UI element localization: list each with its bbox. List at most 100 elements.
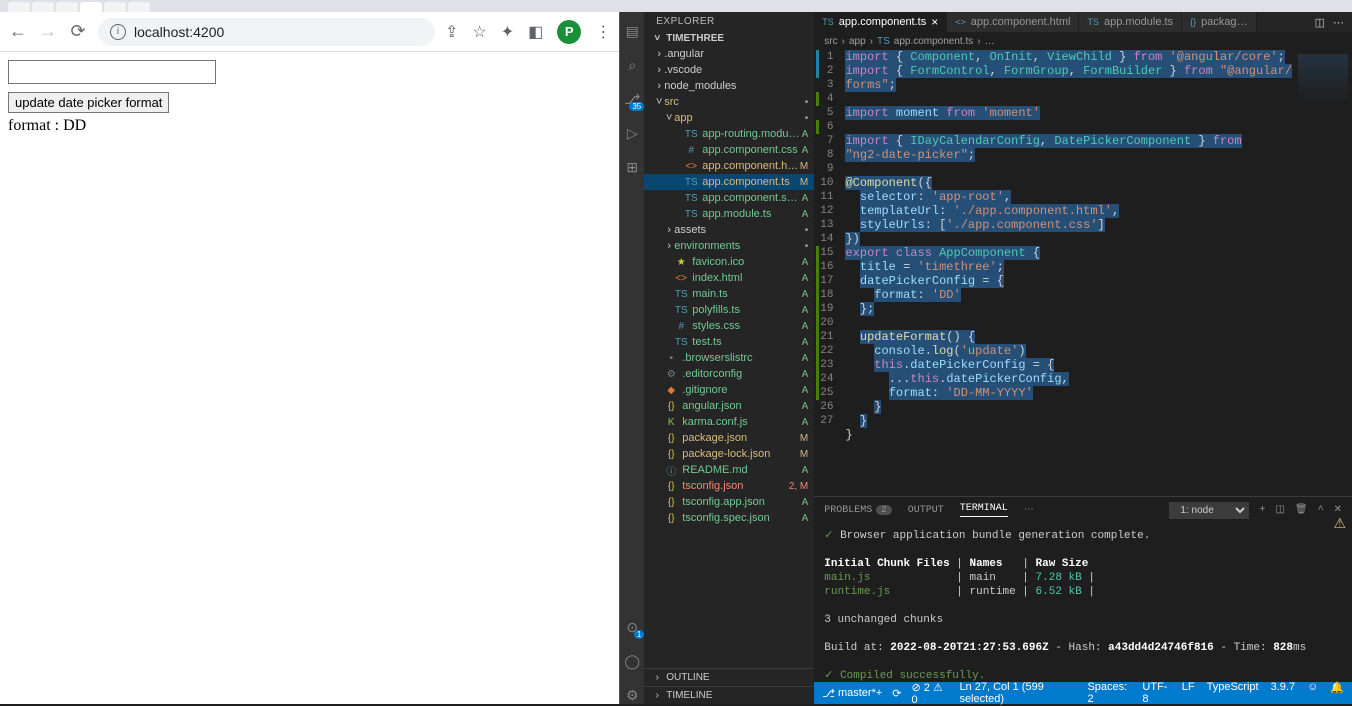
project-header[interactable]: ˅TIMETHREE bbox=[644, 31, 814, 46]
maximize-icon[interactable]: ^ bbox=[1318, 505, 1324, 516]
browser-toolbar: ← → ⟳ i localhost:4200 ⇪ ☆ ✦ ◧ P ⋮ bbox=[0, 12, 619, 52]
line-numbers: 1234567891011121314151617181920212223242… bbox=[814, 50, 845, 496]
profile-avatar[interactable]: P bbox=[557, 20, 581, 44]
file-tree-item[interactable]: TStest.tsA bbox=[644, 334, 814, 350]
file-tree-item[interactable]: TSapp.component.tsM bbox=[644, 174, 814, 190]
more-actions-icon[interactable]: ⋯ bbox=[1333, 16, 1344, 29]
minimap[interactable] bbox=[1292, 50, 1352, 496]
ts-version[interactable]: 3.9.7 bbox=[1271, 681, 1295, 705]
debug-icon[interactable]: ▷ bbox=[623, 124, 641, 142]
extensions-icon[interactable]: ⊞ bbox=[623, 158, 641, 176]
file-tree-item[interactable]: {}package.jsonM bbox=[644, 430, 814, 446]
editor-tab[interactable]: TSapp.module.ts bbox=[1079, 12, 1182, 32]
kill-terminal-icon[interactable]: 🗑 bbox=[1295, 504, 1308, 516]
file-tree-item[interactable]: TSmain.tsA bbox=[644, 286, 814, 302]
file-tree-item[interactable]: #app.component.cssA bbox=[644, 142, 814, 158]
terminal-output[interactable]: ✓ Browser application bundle generation … bbox=[814, 523, 1352, 682]
editor-area: TSapp.component.ts×<>app.component.htmlT… bbox=[814, 12, 1352, 704]
browser-tab[interactable] bbox=[8, 2, 30, 12]
file-tree-item[interactable]: Kkarma.conf.jsA bbox=[644, 414, 814, 430]
browser-tab[interactable] bbox=[56, 2, 78, 12]
git-branch[interactable]: ⎇ master*+ bbox=[822, 687, 882, 700]
update-format-button[interactable]: update date picker format bbox=[8, 92, 169, 113]
file-tree-item[interactable]: ›.angular bbox=[644, 46, 814, 62]
editor-tab[interactable]: TSapp.component.ts× bbox=[814, 12, 947, 32]
file-tree-item[interactable]: {}angular.jsonA bbox=[644, 398, 814, 414]
feedback-icon[interactable]: ☺ bbox=[1307, 681, 1318, 705]
file-tree-item[interactable]: ⚙.editorconfigA bbox=[644, 366, 814, 382]
forward-button[interactable]: → bbox=[38, 22, 58, 42]
output-tab[interactable]: OUTPUT bbox=[908, 505, 944, 516]
file-tree-item[interactable]: ›environments• bbox=[644, 238, 814, 254]
encoding-status[interactable]: UTF-8 bbox=[1142, 681, 1169, 705]
settings-icon[interactable]: ⚙ bbox=[623, 686, 641, 704]
warning-icon[interactable]: ⚠ bbox=[1333, 516, 1346, 533]
new-terminal-icon[interactable]: + bbox=[1259, 505, 1265, 516]
file-tree-item[interactable]: ˅app• bbox=[644, 110, 814, 126]
date-picker-input[interactable] bbox=[8, 60, 216, 84]
cursor-position[interactable]: Ln 27, Col 1 (599 selected) bbox=[959, 681, 1075, 705]
problems-status[interactable]: ⊘ 2 ⚠ 0 bbox=[912, 681, 950, 706]
run-icon[interactable]: ⊙1 bbox=[623, 618, 641, 636]
accounts-icon[interactable]: ◯ bbox=[623, 652, 641, 670]
file-tree-item[interactable]: ›assets• bbox=[644, 222, 814, 238]
format-display: format : DD bbox=[8, 117, 611, 135]
file-tree-item[interactable]: ›node_modules bbox=[644, 78, 814, 94]
status-bar: ⎇ master*+ ⟳ ⊘ 2 ⚠ 0 Ln 27, Col 1 (599 s… bbox=[814, 682, 1352, 704]
file-tree-item[interactable]: TSapp-routing.module.tsA bbox=[644, 126, 814, 142]
file-tree-item[interactable]: TSapp.module.tsA bbox=[644, 206, 814, 222]
explorer-icon[interactable]: ▤ bbox=[623, 22, 641, 40]
scm-icon[interactable]: ⎇35 bbox=[623, 90, 641, 108]
share-icon[interactable]: ⇪ bbox=[445, 22, 458, 42]
file-tree-item[interactable]: {}tsconfig.json2, M bbox=[644, 478, 814, 494]
file-tree: ›.angular›.vscode›node_modules˅src•˅app•… bbox=[644, 46, 814, 668]
editor-tab[interactable]: {}packag… bbox=[1182, 12, 1257, 32]
browser-tab[interactable] bbox=[128, 2, 150, 12]
file-tree-item[interactable]: {}package-lock.jsonM bbox=[644, 446, 814, 462]
code-editor[interactable]: 1234567891011121314151617181920212223242… bbox=[814, 50, 1352, 496]
eol-status[interactable]: LF bbox=[1182, 681, 1195, 705]
file-tree-item[interactable]: ★favicon.icoA bbox=[644, 254, 814, 270]
sync-button[interactable]: ⟳ bbox=[892, 687, 901, 700]
menu-icon[interactable]: ⋮ bbox=[595, 22, 611, 42]
breadcrumb[interactable]: src ›app ›TS app.component.ts ›… bbox=[814, 32, 1352, 50]
sidepanel-icon[interactable]: ◧ bbox=[528, 22, 543, 42]
indent-status[interactable]: Spaces: 2 bbox=[1087, 681, 1130, 705]
browser-tab-active[interactable] bbox=[80, 2, 102, 12]
file-tree-item[interactable]: {}tsconfig.app.jsonA bbox=[644, 494, 814, 510]
terminal-selector[interactable]: 1: node bbox=[1169, 502, 1249, 519]
file-tree-item[interactable]: •.browserslistrcA bbox=[644, 350, 814, 366]
file-tree-item[interactable]: <>app.component.htmlM bbox=[644, 158, 814, 174]
file-tree-item[interactable]: <>index.htmlA bbox=[644, 270, 814, 286]
reload-button[interactable]: ⟳ bbox=[68, 22, 88, 42]
terminal-tab[interactable]: TERMINAL bbox=[960, 503, 1008, 517]
bookmark-icon[interactable]: ☆ bbox=[472, 22, 486, 42]
file-tree-item[interactable]: TSapp.component.spec.tsA bbox=[644, 190, 814, 206]
address-bar[interactable]: i localhost:4200 bbox=[98, 18, 435, 46]
activity-bar: ▤ ⌕ ⎇35 ▷ ⊞ ⊙1 ◯ ⚙ bbox=[620, 12, 644, 704]
extensions-icon[interactable]: ✦ bbox=[501, 22, 514, 42]
language-status[interactable]: TypeScript bbox=[1207, 681, 1259, 705]
browser-tab[interactable] bbox=[32, 2, 54, 12]
split-editor-icon[interactable]: ◫ bbox=[1315, 16, 1325, 29]
browser-tab[interactable] bbox=[104, 2, 126, 12]
file-tree-item[interactable]: ◆.gitignoreA bbox=[644, 382, 814, 398]
file-tree-item[interactable]: ›.vscode bbox=[644, 62, 814, 78]
problems-tab[interactable]: PROBLEMS2 bbox=[824, 505, 891, 516]
outline-section[interactable]: ›OUTLINE bbox=[644, 668, 814, 686]
notifications-icon[interactable]: 🔔 bbox=[1330, 681, 1344, 705]
close-panel-icon[interactable]: ✕ bbox=[1334, 504, 1342, 516]
editor-tab[interactable]: <>app.component.html bbox=[947, 12, 1079, 32]
timeline-section[interactable]: ›TIMELINE bbox=[644, 686, 814, 704]
file-tree-item[interactable]: ˅src• bbox=[644, 94, 814, 110]
split-terminal-icon[interactable]: ◫ bbox=[1275, 504, 1284, 516]
file-tree-item[interactable]: {}tsconfig.spec.jsonA bbox=[644, 510, 814, 526]
code-content[interactable]: import { Component, OnInit, ViewChild } … bbox=[845, 50, 1292, 496]
search-icon[interactable]: ⌕ bbox=[623, 56, 641, 74]
more-icon[interactable]: ⋯ bbox=[1024, 504, 1034, 516]
back-button[interactable]: ← bbox=[8, 22, 28, 42]
file-tree-item[interactable]: TSpolyfills.tsA bbox=[644, 302, 814, 318]
file-tree-item[interactable]: #styles.cssA bbox=[644, 318, 814, 334]
site-info-icon[interactable]: i bbox=[110, 24, 126, 40]
file-tree-item[interactable]: ⓘREADME.mdA bbox=[644, 462, 814, 478]
